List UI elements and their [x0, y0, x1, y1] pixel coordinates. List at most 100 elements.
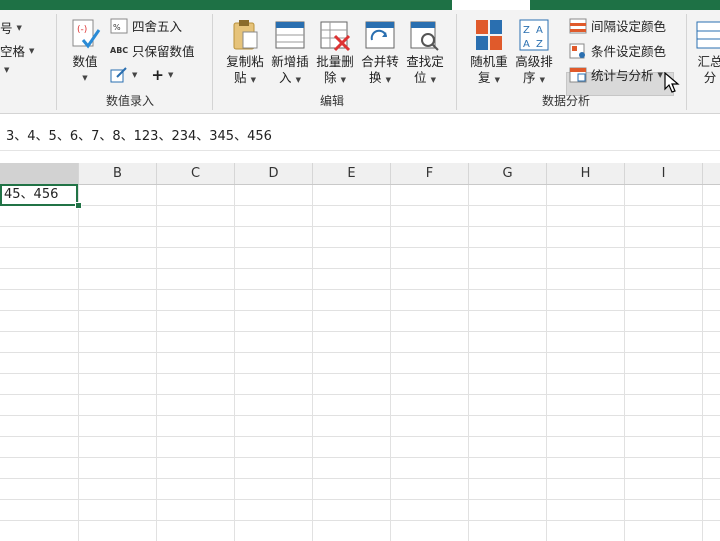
keep-numeric-button-label: 只保留数值	[132, 44, 195, 59]
grid-line	[0, 331, 720, 332]
summary-line1: 汇总	[697, 54, 720, 69]
plus-icon[interactable]: +	[151, 66, 164, 84]
title-strip-right	[530, 0, 720, 10]
partial-button-1[interactable]: 号 ▼	[0, 18, 22, 37]
title-strip	[0, 0, 720, 10]
column-header-E[interactable]: E	[313, 163, 391, 184]
numeric-icon: (-)	[69, 18, 101, 52]
grid-line	[390, 185, 391, 541]
grid-line	[0, 478, 720, 479]
merge-convert-line2: 换	[369, 70, 382, 85]
condition-color-button[interactable]: 条件设定颜色	[569, 41, 666, 60]
partial-button-2[interactable]: 空格 ▼	[0, 41, 34, 60]
numeric-group-label: 数值录入	[106, 94, 155, 108]
column-header-I[interactable]: I	[625, 163, 703, 184]
numeric-button-label: 数值	[72, 54, 98, 69]
clipboard-icon	[229, 18, 261, 52]
find-locate-line2: 位	[414, 70, 427, 85]
column-header-C[interactable]: C	[157, 163, 235, 184]
advanced-sort-line2: 序	[523, 70, 536, 85]
formula-bar[interactable]: 3、4、5、6、7、8、123、234、345、456	[0, 124, 720, 151]
copy-paste-line2: 贴	[234, 70, 247, 85]
chevron-down-icon: ▼	[29, 46, 35, 55]
round-button[interactable]: % 四舍五入	[110, 16, 182, 35]
interval-color-label: 间隔设定颜色	[591, 19, 667, 34]
stats-analysis-label: 统计与分析	[591, 68, 654, 83]
grid-line	[546, 185, 547, 541]
delete-table-icon	[319, 18, 351, 52]
summary-icon	[695, 18, 720, 52]
edit-format-icon	[110, 67, 128, 83]
grid-line	[702, 185, 703, 541]
svg-text:A: A	[523, 39, 530, 50]
chevron-down-icon: ▼	[494, 76, 500, 84]
group-divider	[56, 14, 57, 110]
random-blocks-icon	[473, 18, 505, 52]
batch-delete-button[interactable]: 批量删 除 ▼	[312, 18, 358, 88]
summary-button[interactable]: 汇总 分	[690, 18, 720, 86]
chevron-down-icon: ▼	[295, 76, 301, 84]
copy-paste-line1: 复制粘	[226, 54, 264, 69]
interval-color-button[interactable]: 间隔设定颜色	[569, 16, 666, 35]
sheet-grid[interactable]	[0, 185, 720, 541]
chevron-down-icon: ▼	[167, 71, 174, 79]
grid-line	[0, 394, 720, 395]
partial-button-2-label: 空格	[0, 44, 26, 59]
grid-line	[0, 226, 720, 227]
stats-analysis-button[interactable]: 统计与分析 ▼	[569, 65, 663, 84]
chevron-down-icon: ▼	[385, 76, 391, 84]
svg-text:A: A	[536, 25, 543, 36]
insert-table-icon	[274, 18, 306, 52]
insert-line2: 入	[279, 70, 292, 85]
numeric-button[interactable]: (-) 数值 ▼	[62, 18, 108, 86]
round-icon: %	[110, 18, 128, 34]
chevron-down-icon: ▼	[132, 71, 138, 79]
grid-line	[0, 289, 720, 290]
random-repeat-button[interactable]: 随机重 复 ▼	[466, 18, 512, 88]
grid-line	[234, 185, 235, 541]
chevron-down-icon: ▼	[657, 70, 663, 79]
sort-az-icon: ZAAZ	[518, 18, 550, 52]
random-repeat-line1: 随机重	[470, 54, 508, 69]
keep-numeric-button[interactable]: ABC 只保留数值	[110, 41, 195, 60]
merge-convert-button[interactable]: 合并转 换 ▼	[357, 18, 403, 88]
interval-color-icon	[569, 18, 587, 34]
svg-text:Z: Z	[523, 25, 530, 36]
grid-line	[0, 436, 720, 437]
condition-color-label: 条件设定颜色	[591, 44, 667, 59]
copy-paste-button[interactable]: 复制粘 贴 ▼	[222, 18, 268, 88]
grid-line	[0, 373, 720, 374]
fill-handle[interactable]	[75, 202, 82, 209]
round-button-label: 四舍五入	[132, 19, 183, 34]
chevron-down-icon: ▼	[4, 66, 10, 74]
grid-line	[0, 310, 720, 311]
grid-line	[0, 457, 720, 458]
grid-line	[468, 185, 469, 541]
chevron-down-icon: ▼	[430, 76, 436, 84]
chevron-down-icon: ▼	[250, 76, 256, 84]
find-locate-line1: 查找定	[406, 54, 444, 69]
column-header-D[interactable]: D	[235, 163, 313, 184]
abc-icon: ABC	[110, 46, 129, 55]
format-stepper[interactable]: ▼ + ▼	[110, 66, 173, 84]
column-header-G[interactable]: G	[469, 163, 547, 184]
column-header-B[interactable]: B	[79, 163, 157, 184]
find-locate-button[interactable]: 查找定 位 ▼	[402, 18, 448, 88]
advanced-sort-button[interactable]: ZAAZ 高级排 序 ▼	[511, 18, 557, 88]
partial-button-3[interactable]: ▼	[0, 66, 9, 74]
title-strip-left	[0, 0, 452, 10]
formula-content: 3、4、5、6、7、8、123、234、345、456	[6, 129, 272, 144]
chevron-down-icon: ▼	[82, 74, 88, 82]
insert-button[interactable]: 新增插 入 ▼	[267, 18, 313, 88]
svg-text:%: %	[113, 23, 121, 32]
random-repeat-line2: 复	[478, 70, 491, 85]
column-header-F[interactable]: F	[391, 163, 469, 184]
stats-icon	[569, 67, 587, 83]
column-header-A[interactable]	[0, 163, 79, 184]
advanced-sort-line1: 高级排	[515, 54, 553, 69]
chevron-down-icon: ▼	[340, 76, 346, 84]
batch-delete-line2: 除	[324, 70, 337, 85]
batch-delete-line1: 批量删	[316, 54, 354, 69]
selected-cell-A1[interactable]: 45、456	[0, 184, 78, 206]
column-header-H[interactable]: H	[547, 163, 625, 184]
